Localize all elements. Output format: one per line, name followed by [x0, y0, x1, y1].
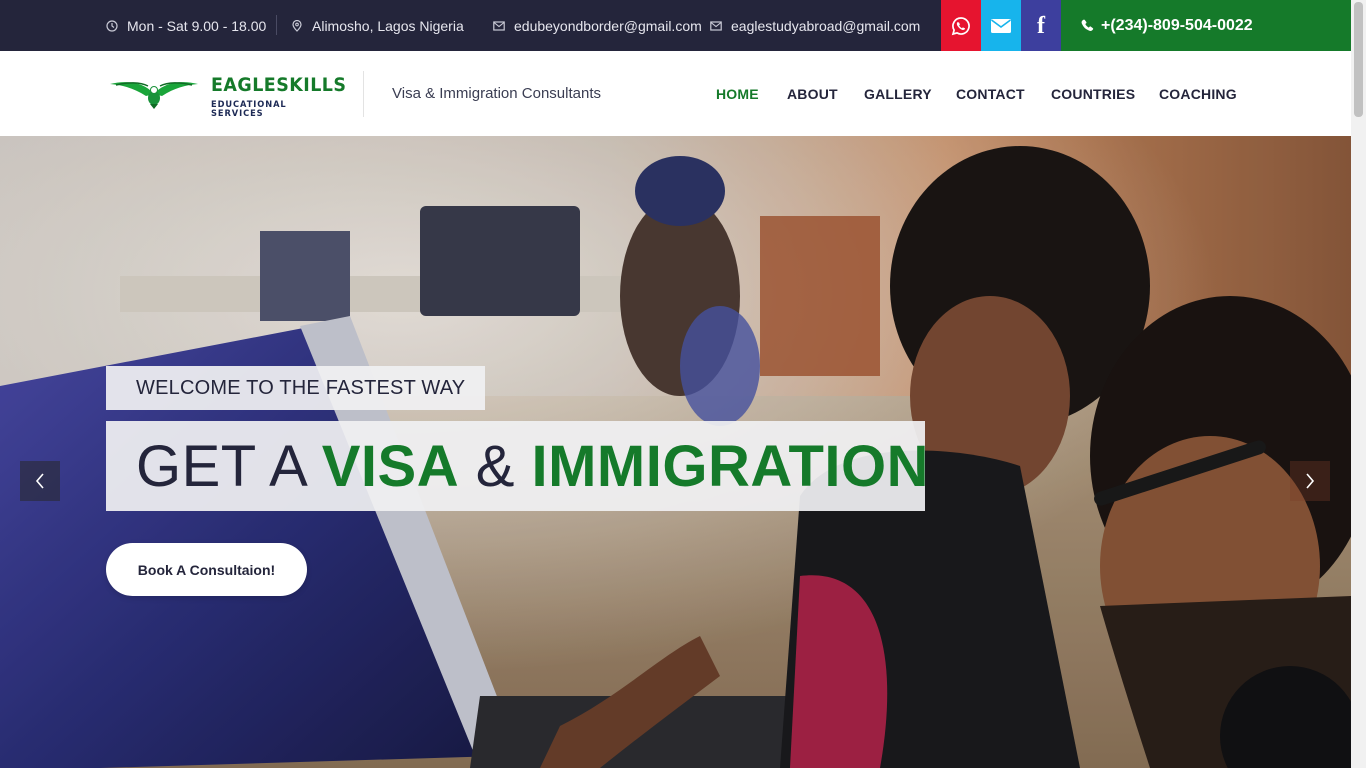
location-text: Alimosho, Lagos Nigeria	[312, 17, 464, 34]
email-link-1[interactable]: edubeyondborder@gmail.com	[493, 0, 702, 51]
email-link-2[interactable]: eaglestudyabroad@gmail.com	[710, 0, 920, 51]
email-text-2[interactable]: eaglestudyabroad@gmail.com	[731, 18, 920, 34]
logo-subtitle: EDUCATIONAL SERVICES	[211, 100, 287, 119]
book-consultation-button[interactable]: Book A Consultaion!	[106, 543, 307, 596]
phone-icon	[1081, 19, 1094, 31]
email-text-1[interactable]: edubeyondborder@gmail.com	[514, 18, 702, 34]
scrollbar-thumb[interactable]	[1354, 2, 1363, 117]
page-scrollbar[interactable]	[1351, 0, 1366, 768]
hours-text: Mon - Sat 9.00 - 18.00	[127, 17, 267, 34]
site-header: EAGLESKILLS EDUCATIONAL SERVICES Visa & …	[0, 51, 1351, 136]
slider-prev-button[interactable]	[20, 461, 60, 501]
mail-button[interactable]	[981, 0, 1021, 51]
chevron-left-icon	[35, 473, 44, 489]
hero-headline: GET A VISA & IMMIGRATION	[106, 421, 928, 511]
nav-home[interactable]: HOME	[716, 86, 759, 102]
whatsapp-button[interactable]	[941, 0, 981, 51]
clock-icon	[106, 19, 118, 32]
envelope-icon	[493, 20, 505, 31]
nav-countries[interactable]: COUNTRIES	[1051, 86, 1135, 102]
nav-contact[interactable]: CONTACT	[956, 86, 1025, 102]
slider-next-button[interactable]	[1290, 461, 1330, 501]
nav-gallery[interactable]: GALLERY	[864, 86, 932, 102]
header-divider	[363, 71, 364, 117]
phone-link[interactable]: +(234)-809-504-0022	[1061, 0, 1351, 51]
map-pin-icon	[292, 19, 302, 32]
location: Alimosho, Lagos Nigeria	[291, 0, 464, 51]
business-hours: Mon - Sat 9.00 - 18.00	[106, 0, 266, 51]
logo-name: EAGLESKILLS	[211, 74, 347, 96]
nav-about[interactable]: ABOUT	[787, 86, 838, 102]
whatsapp-icon	[951, 16, 970, 35]
hero-eyebrow: WELCOME TO THE FASTEST WAY	[106, 366, 485, 410]
nav-coaching[interactable]: COACHING	[1159, 86, 1237, 102]
envelope-icon	[991, 18, 1011, 33]
headline-part-1: GET A	[136, 433, 322, 499]
headline-part-3: &	[459, 433, 532, 499]
eagle-logo-icon	[110, 82, 198, 109]
site-logo[interactable]: EAGLESKILLS EDUCATIONAL SERVICES	[108, 72, 348, 119]
envelope-icon	[710, 20, 722, 31]
top-bar: Mon - Sat 9.00 - 18.00 Alimosho, Lagos N…	[0, 0, 1351, 51]
tagline: Visa & Immigration Consultants	[392, 85, 601, 102]
topbar-divider	[276, 15, 277, 35]
headline-part-4: IMMIGRATION	[531, 433, 929, 499]
chevron-right-icon	[1306, 473, 1315, 489]
facebook-icon: f	[1037, 12, 1045, 39]
facebook-button[interactable]: f	[1021, 0, 1061, 51]
hero-slider: WELCOME TO THE FASTEST WAY GET A VISA & …	[0, 136, 1351, 768]
phone-number[interactable]: +(234)-809-504-0022	[1101, 17, 1253, 35]
headline-part-2: VISA	[321, 433, 460, 499]
